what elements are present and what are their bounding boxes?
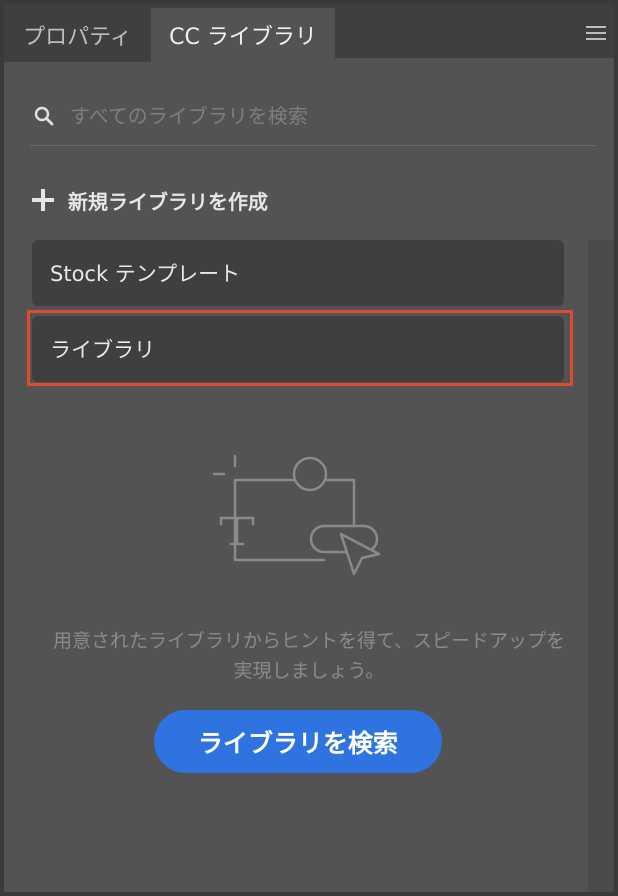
plus-icon (32, 189, 54, 211)
library-search-bar (30, 90, 596, 146)
library-item-stock-templates[interactable]: Stock テンプレート (32, 240, 564, 306)
panel-tab-bar: プロパティ CC ライブラリ (4, 0, 614, 62)
tab-cc-libraries[interactable]: CC ライブラリ (151, 8, 335, 62)
search-input[interactable] (70, 98, 590, 134)
cc-libraries-panel: プロパティ CC ライブラリ 新規ライブラリを作成 Stock テンプレート ラ… (0, 0, 618, 896)
hamburger-menu-icon[interactable] (582, 22, 610, 44)
create-new-library-button[interactable]: 新規ライブラリを作成 (30, 180, 268, 220)
search-icon (34, 106, 54, 126)
search-libraries-button[interactable]: ライブラリを検索 (154, 710, 442, 773)
empty-state-hint-text: 用意されたライブラリからヒントを得て、スピードアップを実現しましょう。 (52, 630, 566, 682)
tab-properties[interactable]: プロパティ (4, 8, 151, 62)
create-new-library-label: 新規ライブラリを作成 (68, 189, 268, 214)
scrollbar-track[interactable] (588, 240, 614, 892)
library-item-library[interactable]: ライブラリ (32, 316, 564, 382)
library-assets-illustration (212, 454, 381, 576)
